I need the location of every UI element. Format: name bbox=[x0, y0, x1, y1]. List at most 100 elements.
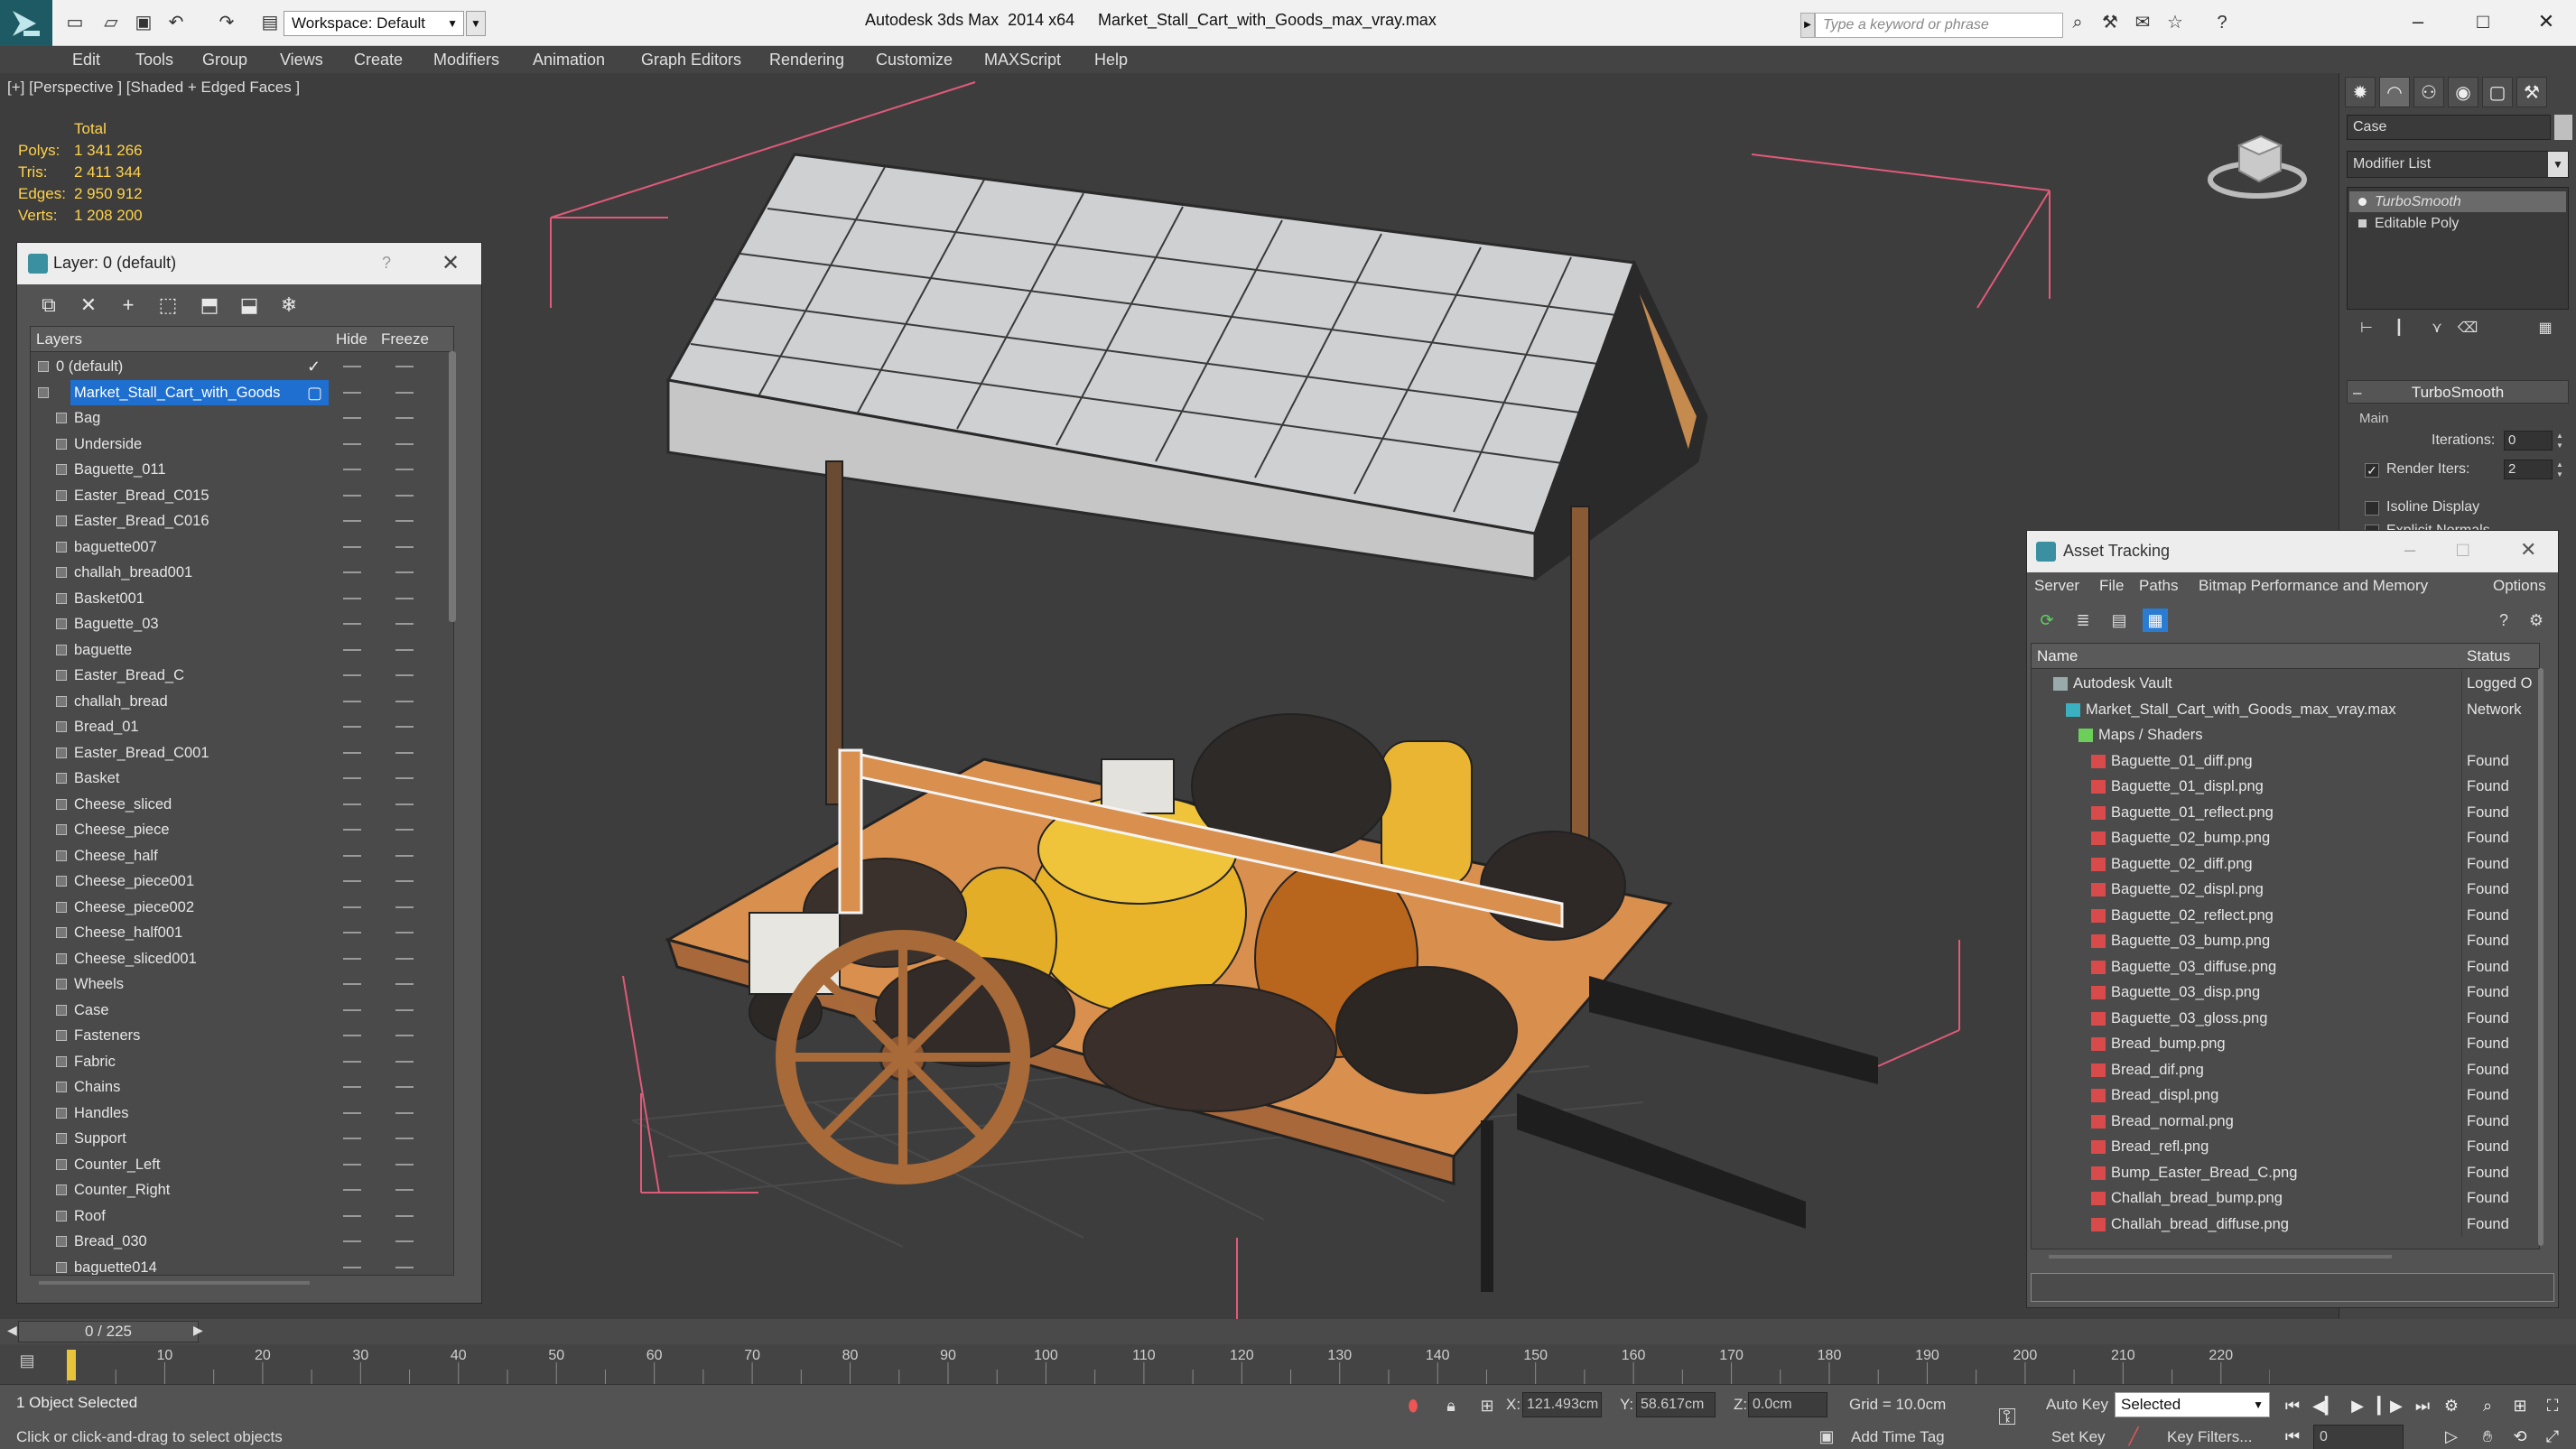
asset-menu-options[interactable]: Options bbox=[2493, 572, 2546, 599]
menu-edit[interactable]: Edit bbox=[72, 46, 100, 73]
asset-menu-paths[interactable]: Paths bbox=[2139, 572, 2178, 599]
menu-customize[interactable]: Customize bbox=[876, 46, 953, 73]
auto-key-button[interactable]: Auto Key bbox=[2046, 1396, 2108, 1414]
hide-toggle[interactable] bbox=[343, 880, 361, 882]
asset-row[interactable]: Baguette_01_diff.png Found bbox=[2032, 748, 2539, 774]
menu-rendering[interactable]: Rendering bbox=[769, 46, 844, 73]
hide-toggle[interactable] bbox=[343, 520, 361, 522]
viewport-label[interactable]: [+] [Perspective ] [Shaded + Edged Faces… bbox=[7, 79, 300, 97]
asset-list-hscrollbar[interactable] bbox=[2049, 1255, 2392, 1259]
hide-all-layers-icon[interactable]: ⬓ bbox=[237, 293, 261, 317]
freeze-toggle[interactable] bbox=[395, 726, 414, 728]
layer-row[interactable]: Support bbox=[31, 1126, 453, 1152]
hide-toggle[interactable] bbox=[343, 1189, 361, 1191]
freeze-toggle[interactable] bbox=[395, 932, 414, 933]
layer-row[interactable]: Wheels bbox=[31, 971, 453, 998]
layer-row[interactable]: Case bbox=[31, 998, 453, 1024]
freeze-toggle[interactable] bbox=[395, 1240, 414, 1242]
hide-toggle[interactable] bbox=[343, 494, 361, 497]
hide-toggle[interactable] bbox=[343, 1035, 361, 1036]
lock-selection-icon[interactable]: 🔒︎ bbox=[1439, 1394, 1463, 1417]
minimize-icon[interactable]: – bbox=[2404, 538, 2415, 562]
stack-item-editable-poly[interactable]: Editable Poly bbox=[2349, 213, 2566, 234]
zoom-icon[interactable]: ⌕ bbox=[2474, 1394, 2501, 1417]
key-mode-dropdown[interactable]: Selected ▼ bbox=[2115, 1392, 2270, 1417]
hide-toggle[interactable] bbox=[343, 469, 361, 470]
close-icon[interactable]: ✕ bbox=[442, 250, 460, 276]
freeze-toggle[interactable] bbox=[395, 442, 414, 445]
menu-create[interactable]: Create bbox=[354, 46, 403, 73]
hide-toggle[interactable] bbox=[343, 442, 361, 445]
list-view-icon[interactable]: ≣ bbox=[2070, 608, 2096, 632]
col-name[interactable]: Name bbox=[2037, 644, 2078, 669]
binoculars-icon[interactable]: ⌕ bbox=[2068, 13, 2088, 33]
asset-list-scrollbar[interactable] bbox=[2538, 668, 2543, 1246]
create-tab-icon[interactable]: ✹ bbox=[2345, 77, 2376, 107]
layer-row[interactable]: Fasteners bbox=[31, 1023, 453, 1049]
zoom-all-icon[interactable]: ⊞ bbox=[2506, 1394, 2534, 1417]
layer-row[interactable]: baguette014 bbox=[31, 1255, 453, 1275]
key-icon[interactable]: ⚿ bbox=[1995, 1405, 2019, 1428]
freeze-toggle[interactable] bbox=[395, 469, 414, 470]
previous-frame-icon[interactable]: ◀ bbox=[7, 1323, 17, 1338]
layer-row[interactable]: baguette007 bbox=[31, 534, 453, 561]
hide-toggle[interactable] bbox=[343, 366, 361, 367]
freeze-toggle[interactable] bbox=[395, 674, 414, 676]
maximize-viewport-icon[interactable]: ⤢ bbox=[2539, 1425, 2566, 1448]
redo-icon[interactable]: ↷ bbox=[217, 13, 237, 33]
menu-help[interactable]: Help bbox=[1094, 46, 1128, 73]
freeze-toggle[interactable] bbox=[395, 880, 414, 882]
col-status[interactable]: Status bbox=[2467, 644, 2510, 669]
freeze-toggle[interactable] bbox=[395, 1214, 414, 1217]
hide-toggle[interactable] bbox=[343, 1008, 361, 1011]
zoom-extents-icon[interactable]: ⛶ bbox=[2539, 1394, 2566, 1417]
menu-modifiers[interactable]: Modifiers bbox=[433, 46, 499, 73]
asset-menu-server[interactable]: Server bbox=[2034, 572, 2079, 599]
layer-row[interactable]: Cheese_sliced bbox=[31, 792, 453, 818]
hierarchy-tab-icon[interactable]: ⚇ bbox=[2413, 77, 2444, 107]
asset-row[interactable]: Baguette_03_gloss.png Found bbox=[2032, 1005, 2539, 1031]
key-mode-toggle-icon[interactable]: ⏮ bbox=[2279, 1425, 2306, 1448]
configure-modifier-sets-icon[interactable]: ▦ bbox=[2533, 317, 2558, 340]
freeze-toggle[interactable] bbox=[395, 1060, 414, 1063]
asset-row[interactable]: Maps / Shaders bbox=[2032, 722, 2539, 748]
hide-toggle[interactable] bbox=[343, 648, 361, 651]
layer-row[interactable]: Market_Stall_Cart_with_Goods ▢ bbox=[31, 379, 453, 405]
hide-toggle[interactable] bbox=[343, 545, 361, 548]
expand-icon[interactable] bbox=[2358, 219, 2367, 228]
app-menu-button[interactable] bbox=[0, 0, 52, 46]
close-button[interactable]: ✕ bbox=[2528, 7, 2564, 36]
freeze-toggle[interactable] bbox=[395, 417, 414, 419]
layer-row[interactable]: Bag bbox=[31, 405, 453, 432]
freeze-toggle[interactable] bbox=[395, 1266, 414, 1268]
y-coordinate-field[interactable]: 58.617cm bbox=[1636, 1392, 1716, 1417]
asset-row[interactable]: Bread_normal.png Found bbox=[2032, 1108, 2539, 1134]
menu-graph-editors[interactable]: Graph Editors bbox=[641, 46, 741, 73]
freeze-toggle[interactable] bbox=[395, 854, 414, 857]
track-bar[interactable]: ▤ 10 20 30 40 50 60 70 80 90 100 110 120 130 140 150 16… bbox=[0, 1344, 2576, 1384]
freeze-toggle[interactable] bbox=[395, 1035, 414, 1036]
maximize-button[interactable]: □ bbox=[2465, 7, 2501, 36]
play-icon[interactable]: ▶ bbox=[2344, 1394, 2371, 1417]
save-icon[interactable]: ▣ bbox=[134, 13, 153, 33]
highlight-selected-layer-icon[interactable]: ⬒ bbox=[198, 293, 221, 317]
asset-row[interactable]: Bread_dif.png Found bbox=[2032, 1056, 2539, 1082]
hide-toggle[interactable] bbox=[343, 571, 361, 573]
layer-row[interactable]: Baguette_03 bbox=[31, 611, 453, 637]
layer-row[interactable]: Easter_Bread_C015 bbox=[31, 483, 453, 509]
asset-menu-file[interactable]: File bbox=[2099, 572, 2124, 599]
asset-row[interactable]: Bump_Easter_Bread_C.png Found bbox=[2032, 1159, 2539, 1185]
viewcube-icon[interactable] bbox=[2203, 118, 2311, 209]
hide-toggle[interactable] bbox=[343, 597, 361, 599]
current-frame-field[interactable]: 0 bbox=[2313, 1425, 2404, 1449]
freeze-toggle[interactable] bbox=[395, 391, 414, 394]
hide-toggle[interactable] bbox=[343, 623, 361, 625]
hide-toggle[interactable] bbox=[343, 854, 361, 857]
go-to-end-icon[interactable]: ⏭ bbox=[2409, 1394, 2436, 1417]
grid-view-icon[interactable]: ▦ bbox=[2143, 608, 2168, 632]
layer-row[interactable]: Cheese_piece001 bbox=[31, 868, 453, 895]
freeze-toggle[interactable] bbox=[395, 751, 414, 754]
freeze-toggle[interactable] bbox=[395, 1163, 414, 1166]
show-end-result-icon[interactable]: ┃ bbox=[2386, 317, 2412, 340]
layer-row[interactable]: Counter_Right bbox=[31, 1177, 453, 1203]
